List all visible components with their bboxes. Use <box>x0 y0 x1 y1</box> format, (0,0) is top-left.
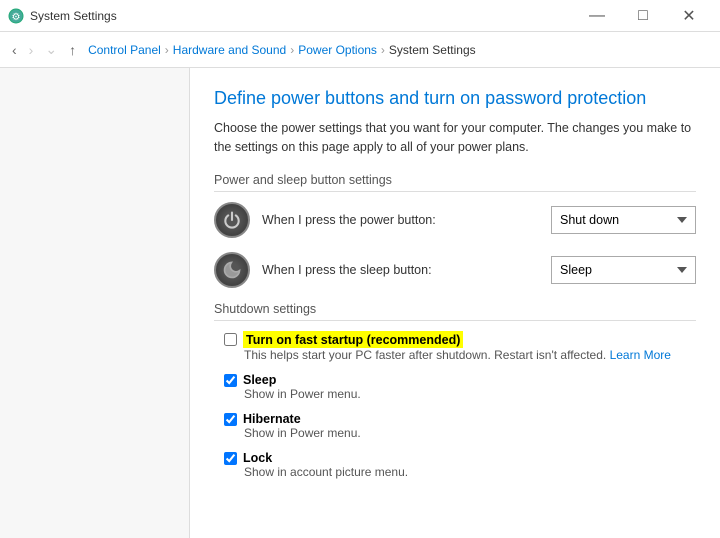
maximize-button[interactable]: □ <box>620 0 666 32</box>
sleep-option: Sleep Show in Power menu. <box>224 372 696 401</box>
fast-startup-option: Turn on fast startup (recommended) This … <box>224 331 696 362</box>
page-description: Choose the power settings that you want … <box>214 119 696 157</box>
power-sleep-section-label: Power and sleep button settings <box>214 173 696 192</box>
up-button[interactable]: ↑ <box>65 40 80 60</box>
forward-button[interactable]: › <box>25 40 38 60</box>
title-bar-text: System Settings <box>30 9 117 23</box>
sleep-label[interactable]: Sleep <box>243 372 276 387</box>
shutdown-options: Turn on fast startup (recommended) This … <box>214 331 696 479</box>
learn-more-link[interactable]: Learn More <box>610 348 671 362</box>
app-icon: ⚙ <box>8 8 24 24</box>
sleep-button-dropdown[interactable]: Do nothing Sleep Hibernate Shut down <box>551 256 696 284</box>
svg-text:⚙: ⚙ <box>12 12 21 23</box>
lock-desc: Show in account picture menu. <box>244 465 696 479</box>
lock-option: Lock Show in account picture menu. <box>224 450 696 479</box>
fast-startup-label[interactable]: Turn on fast startup (recommended) <box>243 331 463 348</box>
back-button[interactable]: ‹ <box>8 40 21 60</box>
nav-bar: ‹ › ⌄ ↑ Control Panel › Hardware and Sou… <box>0 32 720 68</box>
hibernate-label[interactable]: Hibernate <box>243 411 301 426</box>
sleep-button-icon <box>214 252 250 288</box>
power-button-dropdown[interactable]: Do nothing Sleep Hibernate Shut down Tur… <box>551 206 696 234</box>
main-container: Define power buttons and turn on passwor… <box>0 68 720 538</box>
sleep-checkbox[interactable] <box>224 374 237 387</box>
minimize-button[interactable]: — <box>574 0 620 32</box>
page-title: Define power buttons and turn on passwor… <box>214 88 696 109</box>
lock-label[interactable]: Lock <box>243 450 272 465</box>
breadcrumb-hardware-sound[interactable]: Hardware and Sound <box>173 43 286 57</box>
breadcrumb: Control Panel › Hardware and Sound › Pow… <box>88 43 476 57</box>
fast-startup-desc: This helps start your PC faster after sh… <box>244 348 696 362</box>
title-bar: ⚙ System Settings — □ ✕ <box>0 0 720 32</box>
hibernate-option: Hibernate Show in Power menu. <box>224 411 696 440</box>
shutdown-section-label: Shutdown settings <box>214 302 696 321</box>
sleep-button-row: When I press the sleep button: Do nothin… <box>214 252 696 288</box>
sleep-desc: Show in Power menu. <box>244 387 696 401</box>
hibernate-checkbox[interactable] <box>224 413 237 426</box>
content-area: Define power buttons and turn on passwor… <box>190 68 720 538</box>
window-controls: — □ ✕ <box>574 0 712 32</box>
hibernate-desc: Show in Power menu. <box>244 426 696 440</box>
fast-startup-checkbox[interactable] <box>224 333 237 346</box>
left-panel <box>0 68 190 538</box>
recent-locations-button[interactable]: ⌄ <box>41 39 61 60</box>
power-button-row: When I press the power button: Do nothin… <box>214 202 696 238</box>
lock-checkbox[interactable] <box>224 452 237 465</box>
power-button-icon <box>214 202 250 238</box>
sleep-button-label: When I press the sleep button: <box>262 263 539 277</box>
breadcrumb-power-options[interactable]: Power Options <box>298 43 377 57</box>
power-button-label: When I press the power button: <box>262 213 539 227</box>
close-button[interactable]: ✕ <box>666 0 712 32</box>
breadcrumb-control-panel[interactable]: Control Panel <box>88 43 161 57</box>
breadcrumb-current: System Settings <box>389 43 476 57</box>
